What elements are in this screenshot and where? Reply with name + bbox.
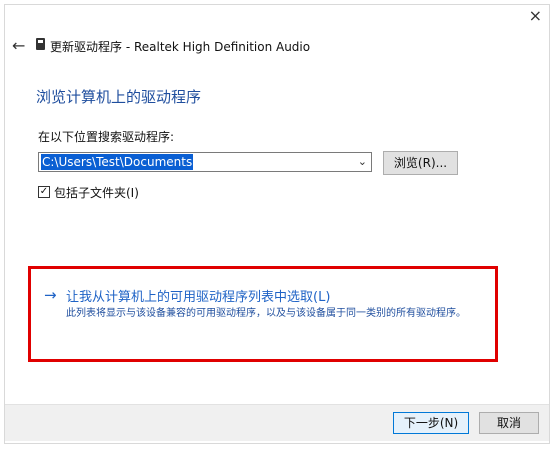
next-button[interactable]: 下一步(N) <box>393 412 469 434</box>
include-subfolders-checkbox[interactable]: ✓ <box>38 186 50 198</box>
device-icon <box>36 38 45 50</box>
back-arrow-icon[interactable]: ← <box>12 36 25 55</box>
close-icon[interactable]: × <box>529 8 542 24</box>
browse-button[interactable]: 浏览(R)... <box>383 151 458 175</box>
search-location-label: 在以下位置搜索驱动程序: <box>38 130 175 144</box>
cancel-button[interactable]: 取消 <box>479 412 539 434</box>
window-title: 更新驱动程序 - Realtek High Definition Audio <box>50 40 311 54</box>
page-heading: 浏览计算机上的驱动程序 <box>36 88 202 106</box>
right-arrow-icon[interactable]: → <box>44 286 57 304</box>
include-subfolders-label[interactable]: 包括子文件夹(I) <box>54 184 139 201</box>
pick-from-list-description: 此列表将显示与该设备兼容的可用驱动程序，以及与该设备属于同一类别的所有驱动程序。 <box>66 308 466 319</box>
dialog-window <box>4 4 550 444</box>
chevron-down-icon[interactable]: ⌄ <box>358 155 367 168</box>
path-combobox[interactable]: C:\Users\Test\Documents ⌄ <box>38 152 372 172</box>
path-input-value[interactable]: C:\Users\Test\Documents <box>41 154 194 170</box>
pick-from-list-link[interactable]: 让我从计算机上的可用驱动程序列表中选取(L) <box>66 286 330 305</box>
